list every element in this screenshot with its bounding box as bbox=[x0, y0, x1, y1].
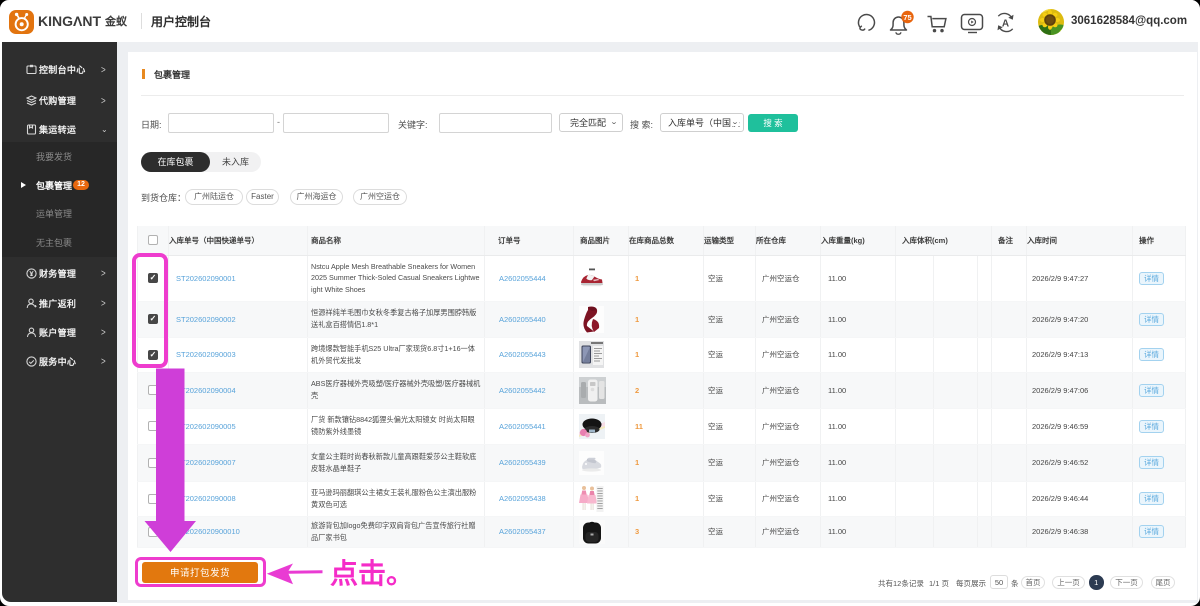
svg-text:A: A bbox=[1002, 19, 1009, 30]
svg-text:75: 75 bbox=[903, 13, 911, 22]
